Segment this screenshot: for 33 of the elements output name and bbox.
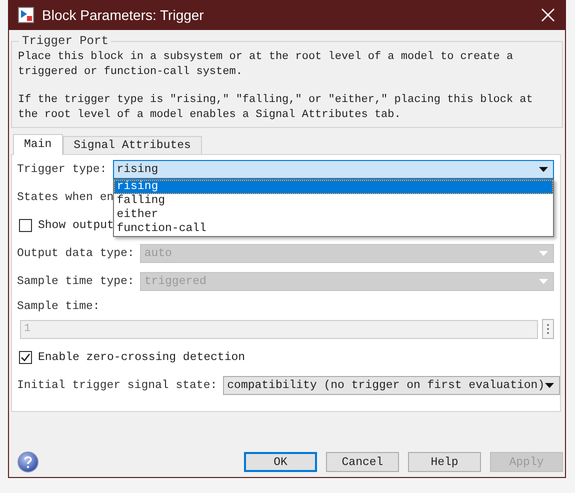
- field-label: Output data type:: [17, 247, 134, 260]
- dialog-button[interactable]: Help: [408, 452, 481, 472]
- dropdown[interactable]: compatibility (no trigger on first evaluation): [223, 376, 560, 395]
- caret-icon: [539, 251, 548, 256]
- caret-icon: [539, 167, 548, 172]
- checkbox-label: Show output: [38, 219, 114, 232]
- caret-icon: [544, 383, 554, 388]
- window-title: Block Parameters: Trigger: [42, 7, 205, 23]
- field-label: Sample time type:: [17, 275, 134, 288]
- dropdown-option[interactable]: rising: [114, 180, 553, 194]
- field-label: Sample time:: [17, 300, 101, 313]
- group-title: Trigger Port: [21, 34, 110, 48]
- description-text: Place this block in a subsystem or at the root level of a model to create a triggered or function-call system.: [18, 50, 514, 80]
- dropdown-option[interactable]: falling: [114, 194, 553, 208]
- more-icon[interactable]: [542, 319, 554, 339]
- dialog-button[interactable]: OK: [244, 452, 317, 472]
- checkbox-label: Enable zero-crossing detection: [38, 351, 246, 364]
- dialog-button[interactable]: Cancel: [326, 452, 399, 472]
- block-icon: [18, 7, 34, 23]
- close-icon[interactable]: [541, 8, 555, 22]
- dropdown-option[interactable]: function-call: [114, 222, 553, 236]
- tab[interactable]: Signal Attributes: [62, 136, 202, 154]
- checkbox[interactable]: [19, 219, 32, 232]
- caret-icon: [539, 279, 548, 284]
- dropdown-option[interactable]: either: [114, 208, 553, 222]
- checkbox[interactable]: [19, 351, 32, 364]
- field-label: Trigger type:: [17, 163, 107, 176]
- dropdown[interactable]: rising: [112, 160, 554, 179]
- tab[interactable]: Main: [13, 134, 63, 155]
- field-label: States when en: [17, 191, 114, 204]
- field-label: Initial trigger signal state:: [17, 379, 218, 392]
- help-icon[interactable]: [17, 451, 39, 473]
- description-text: If the trigger type is "rising," "falling," or "either," placing this block at the root level of a model enables a Signal Attributes tab.: [18, 93, 534, 123]
